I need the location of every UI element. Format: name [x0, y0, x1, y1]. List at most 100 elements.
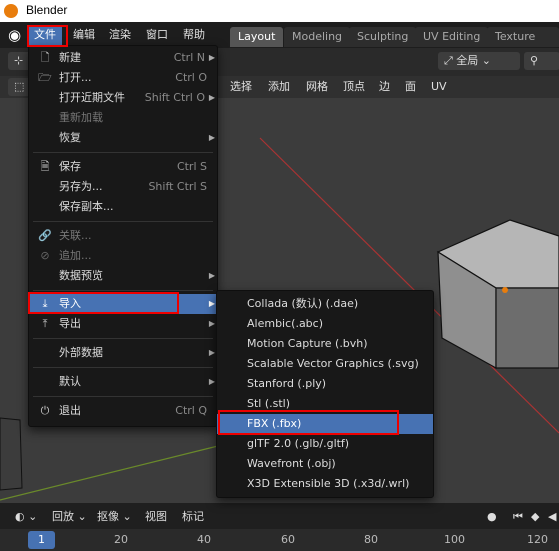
- menu-item-label: 保存: [59, 160, 81, 173]
- menu-item-label: X3D Extensible 3D (.x3d/.wrl): [247, 477, 410, 490]
- menu-item-label: glTF 2.0 (.glb/.gltf): [247, 437, 350, 450]
- record-button[interactable]: ●: [482, 508, 502, 526]
- menu-item-quit[interactable]: ⏻ 退出 Ctrl Q: [29, 401, 217, 421]
- submenu-arrow-icon: ▶: [208, 348, 215, 357]
- tab-layout[interactable]: Layout: [230, 27, 284, 47]
- save-icon: 🗎: [40, 160, 50, 173]
- append-icon: ⊘: [40, 249, 50, 262]
- menu-face[interactable]: 面: [399, 77, 422, 97]
- menu-uv[interactable]: UV: [425, 77, 453, 97]
- frame-tick: 60: [281, 533, 295, 546]
- menu-item-shortcut: Shift Ctrl O: [144, 91, 205, 104]
- menu-item-label: 恢复: [59, 131, 81, 144]
- menu-item-new[interactable]: 🗋 新建 Ctrl N ▶: [29, 48, 217, 68]
- annotation-highlight-fbx: [218, 410, 399, 435]
- current-frame-indicator[interactable]: 1: [28, 531, 55, 549]
- menu-edge[interactable]: 边: [373, 77, 396, 97]
- menu-item-open[interactable]: 🗁 打开... Ctrl O: [29, 68, 217, 88]
- window-titlebar: Blender: [0, 0, 559, 22]
- menu-separator: [33, 367, 213, 368]
- orientation-label: 全局: [456, 54, 479, 67]
- frame-tick: 100: [444, 533, 465, 546]
- play-reverse-icon[interactable]: ◀: [543, 508, 559, 526]
- marker-menu[interactable]: 标记: [177, 508, 209, 526]
- new-file-icon: 🗋: [40, 51, 50, 64]
- import-submenu: Collada (数认) (.dae) Alembic(.abc) Motion…: [216, 290, 434, 498]
- import-item-alembic[interactable]: Alembic(.abc): [237, 314, 433, 334]
- menu-item-data-previews[interactable]: 数据预览 ▶: [29, 266, 217, 286]
- playback-menu[interactable]: 回放 ⌄: [47, 508, 92, 526]
- menu-add[interactable]: 添加: [262, 77, 296, 97]
- menu-render[interactable]: 渲染: [103, 25, 137, 45]
- submenu-arrow-icon: ▶: [208, 299, 215, 308]
- open-folder-icon: 🗁: [38, 71, 52, 84]
- playback-label: 回放: [52, 510, 74, 523]
- menu-edit[interactable]: 编辑: [67, 25, 101, 45]
- menu-item-label: 导出: [59, 317, 81, 330]
- tab-texture-paint[interactable]: Texture Paint: [487, 27, 559, 63]
- menu-item-label: Scalable Vector Graphics (.svg): [247, 357, 419, 370]
- frame-tick: 80: [364, 533, 378, 546]
- menu-item-save-as[interactable]: 另存为... Shift Ctrl S: [29, 177, 217, 197]
- menu-item-label: Motion Capture (.bvh): [247, 337, 368, 350]
- annotation-highlight-file: [27, 25, 68, 47]
- menu-item-label: 打开...: [59, 71, 92, 84]
- menu-mesh[interactable]: 网格: [300, 77, 334, 97]
- menu-item-export[interactable]: ⤒ 导出 ▶: [29, 314, 217, 334]
- menu-item-label: 重新加载: [59, 111, 103, 124]
- import-item-svg[interactable]: Scalable Vector Graphics (.svg): [237, 354, 433, 374]
- menu-item-label: Alembic(.abc): [247, 317, 324, 330]
- power-icon: ⏻: [40, 404, 50, 417]
- menu-select[interactable]: 选择: [224, 77, 258, 97]
- blender-logo-icon: [4, 4, 18, 18]
- import-item-bvh[interactable]: Motion Capture (.bvh): [237, 334, 433, 354]
- tab-sculpting[interactable]: Sculpting: [349, 27, 417, 47]
- menu-vertex[interactable]: 顶点: [337, 77, 371, 97]
- menu-item-save[interactable]: 🗎 保存 Ctrl S: [29, 157, 217, 177]
- menu-item-reload: 重新加载: [29, 108, 217, 128]
- menu-item-shortcut: Shift Ctrl S: [148, 180, 207, 193]
- menu-help[interactable]: 帮助: [177, 25, 211, 45]
- import-item-collada[interactable]: Collada (数认) (.dae): [237, 294, 433, 314]
- import-item-x3d[interactable]: X3D Extensible 3D (.x3d/.wrl): [237, 474, 433, 494]
- import-item-obj[interactable]: Wavefront (.obj): [237, 454, 433, 474]
- blender-menu-icon[interactable]: ◉: [8, 26, 26, 44]
- tab-modeling[interactable]: Modeling: [284, 27, 351, 47]
- menu-item-shortcut: Ctrl O: [175, 71, 207, 84]
- menu-item-defaults[interactable]: 默认 ▶: [29, 372, 217, 392]
- view-menu[interactable]: 视图: [140, 508, 172, 526]
- menu-item-label: 外部数据: [59, 346, 103, 359]
- link-icon: 🔗: [38, 229, 52, 242]
- keying-label: 抠像: [97, 510, 119, 523]
- menu-window[interactable]: 窗口: [140, 25, 174, 45]
- prev-keyframe-icon[interactable]: ◆: [526, 508, 544, 526]
- menu-item-shortcut: Ctrl Q: [175, 404, 207, 417]
- transform-orientation-dropdown[interactable]: ⤢ 全局 ⌄: [438, 52, 520, 70]
- annotation-highlight-import: [28, 292, 179, 314]
- frame-tick: 40: [197, 533, 211, 546]
- orientation-icon: ⤢: [444, 54, 457, 67]
- menu-item-label: 关联...: [59, 229, 92, 242]
- menu-separator: [33, 338, 213, 339]
- snap-icon[interactable]: ⚲: [524, 52, 559, 70]
- timeline-editor-icon[interactable]: ◐ ⌄: [10, 508, 42, 526]
- jump-start-icon[interactable]: ⏮: [508, 508, 528, 526]
- keying-menu[interactable]: 抠像 ⌄: [92, 508, 137, 526]
- menu-item-label: 追加...: [59, 249, 92, 262]
- tab-uv-editing[interactable]: UV Editing: [415, 27, 489, 47]
- menu-item-label: 默认: [59, 375, 81, 388]
- menu-item-recover[interactable]: 恢复 ▶: [29, 128, 217, 148]
- menu-item-append: ⊘ 追加...: [29, 246, 217, 266]
- menu-separator: [33, 290, 213, 291]
- submenu-arrow-icon: ▶: [208, 93, 215, 102]
- menu-item-external-data[interactable]: 外部数据 ▶: [29, 343, 217, 363]
- import-item-gltf[interactable]: glTF 2.0 (.glb/.gltf): [237, 434, 433, 454]
- menu-item-save-copy[interactable]: 保存副本...: [29, 197, 217, 217]
- file-menu: 🗋 新建 Ctrl N ▶ 🗁 打开... Ctrl O 打开近期文件 Shif…: [28, 45, 218, 427]
- menu-item-link: 🔗 关联...: [29, 226, 217, 246]
- timeline-ruler[interactable]: [0, 529, 559, 551]
- menu-item-open-recent[interactable]: 打开近期文件 Shift Ctrl O ▶: [29, 88, 217, 108]
- import-item-ply[interactable]: Stanford (.ply): [237, 374, 433, 394]
- menu-item-label: 保存副本...: [59, 200, 114, 213]
- menu-separator: [33, 396, 213, 397]
